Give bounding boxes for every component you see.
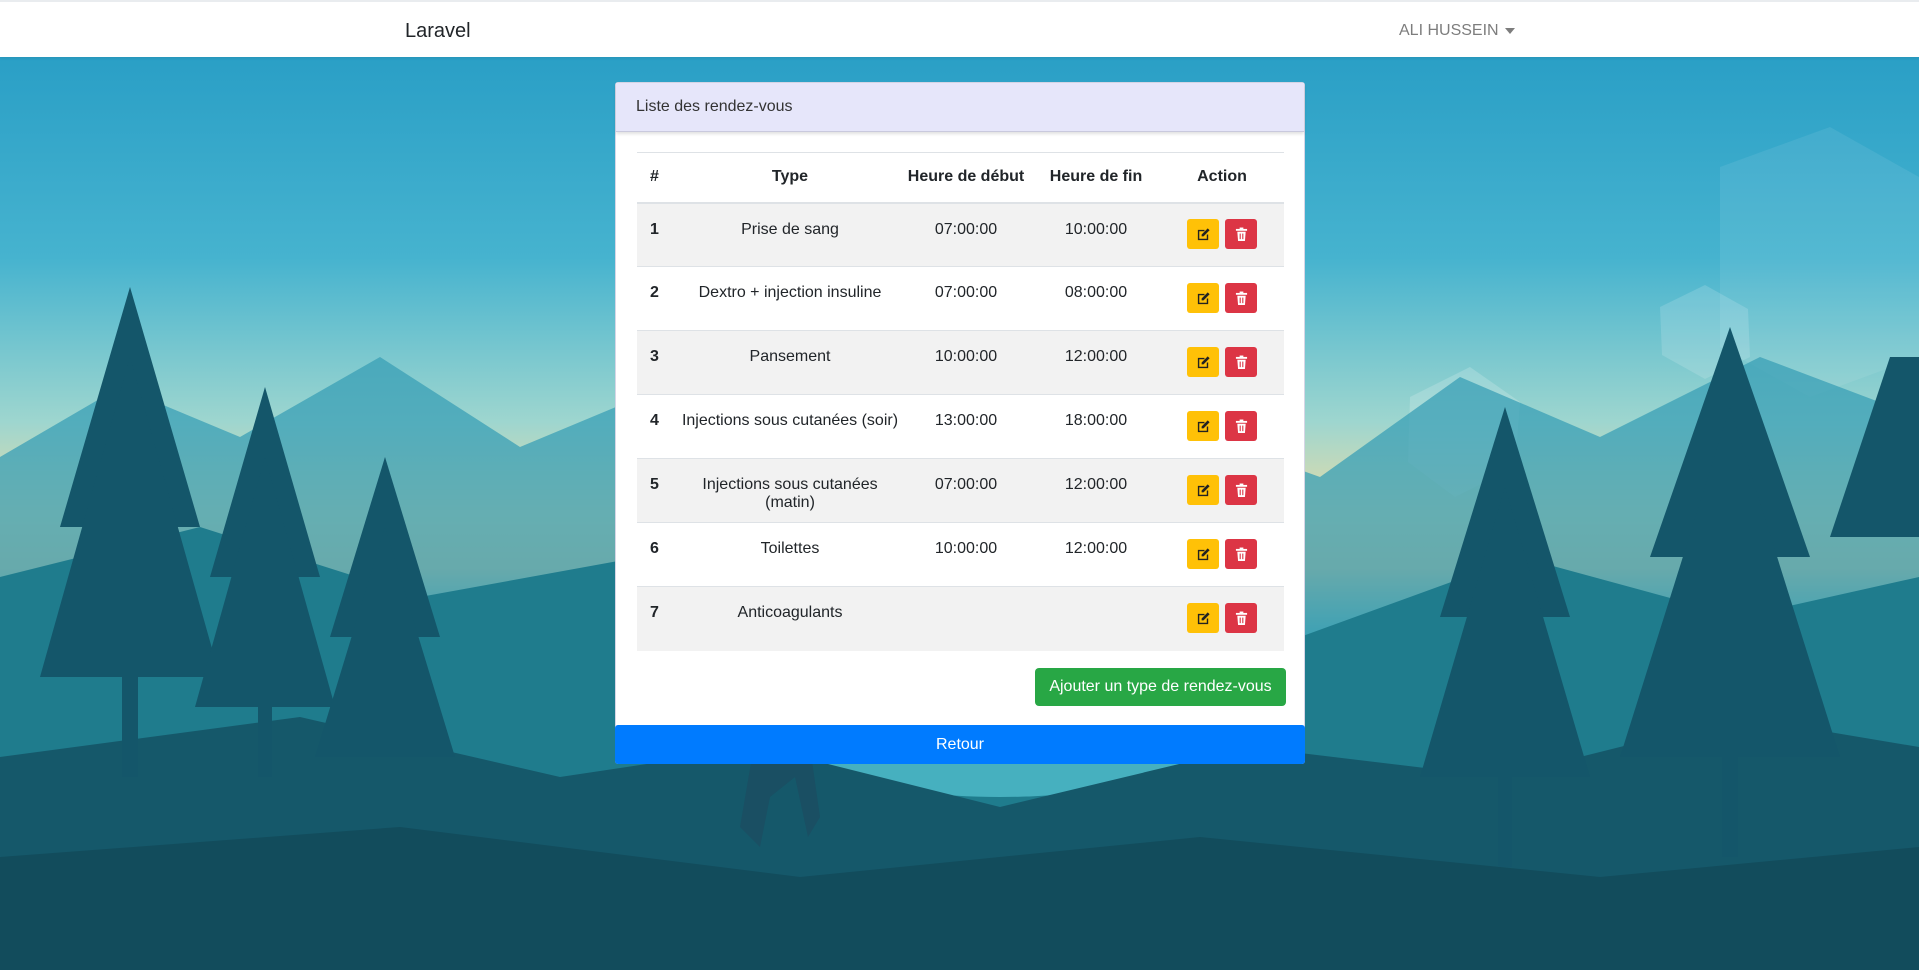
row-actions: [1160, 523, 1284, 587]
edit-button[interactable]: [1187, 603, 1219, 634]
edit-button[interactable]: [1187, 475, 1219, 505]
edit-button[interactable]: [1187, 283, 1219, 313]
table-row: 7 Anticoagulants: [637, 586, 1284, 651]
trash-icon: [1235, 355, 1248, 370]
row-type: Toilettes: [760, 540, 820, 557]
row-actions: [1160, 203, 1284, 267]
row-actions: [1160, 267, 1284, 331]
appointments-table: # Type Heure de début Heure de fin Actio…: [637, 152, 1284, 651]
navbar: Laravel ALI HUSSEIN: [0, 0, 1919, 57]
row-type: Dextro + injection insuline: [698, 284, 882, 301]
edit-icon: [1196, 291, 1211, 306]
card-title: Liste des rendez-vous: [636, 98, 793, 115]
caret-down-icon: [1504, 28, 1515, 34]
row-start-time: 07:00:00: [934, 284, 998, 301]
brand-link[interactable]: Laravel: [405, 20, 471, 43]
delete-button[interactable]: [1225, 411, 1257, 441]
delete-button[interactable]: [1225, 539, 1257, 569]
col-action: Action: [1197, 168, 1247, 186]
row-actions: [1160, 395, 1284, 459]
edit-button[interactable]: [1187, 347, 1219, 377]
col-end-time: Heure de fin: [1049, 168, 1143, 186]
col-start-time: Heure de début: [907, 168, 1025, 186]
row-type: Prise de sang: [741, 220, 839, 238]
row-start-time: 10:00:00: [934, 540, 998, 557]
row-number: 7: [650, 604, 659, 621]
delete-button[interactable]: [1225, 603, 1257, 634]
edit-icon: [1196, 611, 1211, 626]
row-end-time: 08:00:00: [1064, 284, 1128, 301]
trash-icon: [1235, 291, 1248, 306]
trash-icon: [1235, 611, 1248, 626]
table-row: 5 Injections sous cutanées (matin) 07:00:0…: [637, 458, 1284, 523]
trash-icon: [1235, 483, 1248, 498]
row-number: 5: [650, 476, 659, 493]
user-name: ALI HUSSEIN: [1399, 22, 1499, 39]
row-start-time: [900, 587, 1032, 651]
row-type: Anticoagulants: [737, 604, 843, 621]
row-number: 1: [650, 220, 659, 238]
row-type: Injections sous cutanées (matin): [702, 476, 878, 511]
back-button[interactable]: Retour: [615, 725, 1305, 764]
row-end-time: 12:00:00: [1064, 540, 1128, 557]
user-dropdown[interactable]: ALI HUSSEIN: [1399, 22, 1515, 40]
row-type: Pansement: [749, 348, 831, 365]
row-start-time: 07:00:00: [934, 220, 998, 238]
edit-button[interactable]: [1187, 411, 1219, 441]
trash-icon: [1235, 419, 1248, 434]
table-row: 1 Prise de sang 07:00:00 10:00:00: [637, 202, 1284, 267]
appointments-card: Liste des rendez-vous # Type Heure de dé…: [615, 82, 1305, 764]
delete-button[interactable]: [1225, 219, 1257, 250]
row-number: 3: [650, 348, 659, 365]
trash-icon: [1235, 227, 1248, 242]
table-row: 4 Injections sous cutanées (soir) 13:00:00…: [637, 394, 1284, 459]
table-row: 6 Toilettes 10:00:00 12:00:00: [637, 522, 1284, 587]
row-end-time: 18:00:00: [1064, 412, 1128, 429]
edit-icon: [1196, 355, 1211, 370]
edit-icon: [1196, 227, 1211, 242]
table-row: 3 Pansement 10:00:00 12:00:00: [637, 330, 1284, 395]
table-header-row: # Type Heure de début Heure de fin Actio…: [637, 152, 1284, 203]
row-start-time: 07:00:00: [934, 476, 998, 493]
trash-icon: [1235, 547, 1248, 562]
row-actions: [1160, 331, 1284, 395]
row-number: 2: [650, 284, 659, 301]
row-end-time: 12:00:00: [1064, 476, 1128, 493]
delete-button[interactable]: [1225, 347, 1257, 377]
edit-icon: [1196, 483, 1211, 498]
edit-button[interactable]: [1187, 219, 1219, 250]
col-type: Type: [771, 168, 809, 186]
edit-button[interactable]: [1187, 539, 1219, 569]
add-appointment-type-button[interactable]: Ajouter un type de rendez-vous: [1035, 668, 1286, 706]
card-header: Liste des rendez-vous: [616, 83, 1304, 132]
row-number: 6: [650, 540, 659, 557]
edit-icon: [1196, 419, 1211, 434]
row-end-time: [1032, 587, 1160, 651]
row-number: 4: [650, 412, 659, 429]
row-start-time: 13:00:00: [934, 412, 998, 429]
row-actions: [1160, 459, 1284, 523]
row-end-time: 10:00:00: [1064, 220, 1128, 238]
col-number: #: [650, 168, 659, 186]
table-body: 1 Prise de sang 07:00:00 10:00:00 2 Dextro + …: [637, 202, 1284, 651]
delete-button[interactable]: [1225, 475, 1257, 505]
row-start-time: 10:00:00: [934, 348, 998, 365]
row-end-time: 12:00:00: [1064, 348, 1128, 365]
delete-button[interactable]: [1225, 283, 1257, 313]
row-actions: [1160, 587, 1284, 651]
table-row: 2 Dextro + injection insuline 07:00:00 08:0…: [637, 266, 1284, 331]
edit-icon: [1196, 547, 1211, 562]
row-type: Injections sous cutanées (soir): [681, 412, 899, 429]
